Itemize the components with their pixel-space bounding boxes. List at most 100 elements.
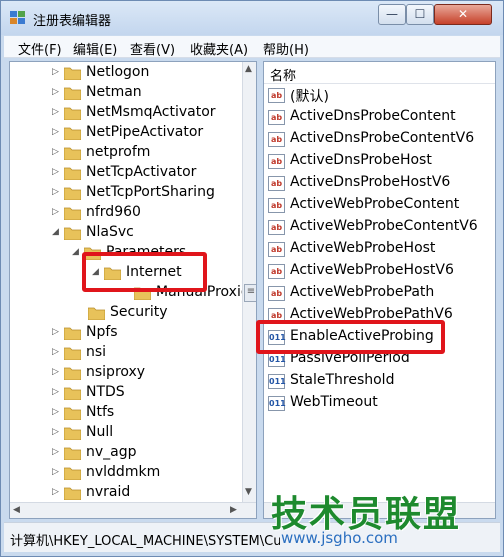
- value-name: ActiveWebProbePath: [290, 284, 435, 300]
- tree-item-label: nvraid: [86, 484, 131, 500]
- regedit-app-icon: [10, 11, 25, 24]
- folder-icon: [64, 487, 81, 500]
- folder-icon: [88, 307, 105, 320]
- string-value-icon: ab: [268, 154, 285, 169]
- scroll-up-icon[interactable]: ▲: [245, 64, 252, 74]
- folder-icon: [64, 127, 81, 140]
- value-name: ActiveDnsProbeHostV6: [290, 174, 451, 190]
- menu-help[interactable]: 帮助(H): [263, 39, 309, 58]
- tree-item-label: Security: [110, 304, 168, 320]
- tree-item-label: Null: [86, 424, 114, 440]
- folder-icon: [64, 107, 81, 120]
- menu-file[interactable]: 文件(F): [18, 39, 62, 58]
- expand-arrow-icon[interactable]: ▷: [52, 167, 59, 177]
- string-value-icon: ab: [268, 242, 285, 257]
- value-name: WebTimeout: [290, 394, 378, 410]
- expand-arrow-icon[interactable]: ▷: [52, 187, 59, 197]
- folder-icon: [64, 167, 81, 180]
- expand-arrow-icon[interactable]: ▷: [52, 207, 59, 217]
- string-value-icon: ab: [268, 132, 285, 147]
- tree-item-label: NetTcpPortSharing: [86, 184, 215, 200]
- value-name: (默认): [290, 89, 329, 105]
- expand-arrow-icon[interactable]: ▷: [52, 127, 59, 137]
- scroll-thumb[interactable]: ≡: [244, 284, 256, 302]
- tree-horizontal-scrollbar[interactable]: ◀ ▶: [10, 502, 256, 518]
- string-value-icon: ab: [268, 264, 285, 279]
- expand-arrow-icon[interactable]: ▷: [52, 427, 59, 437]
- folder-icon: [64, 187, 81, 200]
- collapse-arrow-icon[interactable]: ◢: [72, 247, 79, 257]
- string-value-icon: ab: [268, 88, 285, 103]
- expand-arrow-icon[interactable]: ▷: [52, 327, 59, 337]
- dword-value-icon: 011: [268, 352, 286, 367]
- value-name: ActiveWebProbeHost: [290, 240, 436, 256]
- tree-item-label: nsi: [86, 344, 107, 360]
- expand-arrow-icon[interactable]: ▷: [52, 487, 59, 497]
- folder-icon: [64, 327, 81, 340]
- highlight-box-internet: [82, 252, 207, 292]
- tree-item-label: Npfs: [86, 324, 118, 340]
- value-name: StaleThreshold: [290, 372, 395, 388]
- tree-item-label: Netlogon: [86, 64, 150, 80]
- value-name: ActiveWebProbeHostV6: [290, 262, 454, 278]
- folder-icon: [64, 207, 81, 220]
- tree-item-label: NlaSvc: [86, 224, 134, 240]
- column-header-name[interactable]: 名称: [264, 62, 495, 84]
- column-header-label: 名称: [270, 69, 297, 84]
- expand-arrow-icon[interactable]: ▷: [52, 107, 59, 117]
- highlight-box-enableactiveprobing: [256, 320, 445, 354]
- menu-edit[interactable]: 编辑(E): [73, 39, 117, 58]
- tree-item-label: nvlddmkm: [86, 464, 161, 480]
- menu-view[interactable]: 查看(V): [130, 39, 175, 58]
- regedit-window: 注册表编辑器 — ☐ ✕ 文件(F) 编辑(E) 查看(V) 收藏夹(A) 帮助…: [0, 0, 504, 557]
- value-name: ActiveDnsProbeHost: [290, 152, 432, 168]
- tree-item-label: Netman: [86, 84, 142, 100]
- folder-icon: [64, 407, 81, 420]
- collapse-arrow-icon[interactable]: ◢: [52, 227, 59, 237]
- tree-item-label: nfrd960: [86, 204, 141, 220]
- expand-arrow-icon[interactable]: ▷: [52, 147, 59, 157]
- expand-arrow-icon[interactable]: ▷: [52, 67, 59, 77]
- expand-arrow-icon[interactable]: ▷: [52, 367, 59, 377]
- dword-value-icon: 011: [268, 374, 286, 389]
- value-name: ActiveDnsProbeContentV6: [290, 130, 475, 146]
- menu-bar: 文件(F) 编辑(E) 查看(V) 收藏夹(A) 帮助(H): [4, 36, 500, 58]
- tree-item-label: NetTcpActivator: [86, 164, 197, 180]
- value-name: ActiveWebProbeContent: [290, 196, 460, 212]
- expand-arrow-icon[interactable]: ▷: [52, 387, 59, 397]
- maximize-button[interactable]: ☐: [406, 4, 434, 25]
- expand-arrow-icon[interactable]: ▷: [52, 347, 59, 357]
- string-value-icon: ab: [268, 198, 285, 213]
- tree-item-label: nsiproxy: [86, 364, 146, 380]
- folder-icon: [64, 427, 81, 440]
- tree-item-label: nv_agp: [86, 444, 137, 460]
- string-value-icon: ab: [268, 110, 285, 125]
- status-path: 计算机\HKEY_LOCAL_MACHINE\SYSTEM\CurrentCon…: [10, 534, 280, 549]
- folder-icon: [64, 87, 81, 100]
- value-name: ActiveDnsProbeContent: [290, 108, 456, 124]
- scroll-right-icon[interactable]: ▶: [230, 505, 237, 515]
- scroll-left-icon[interactable]: ◀: [13, 505, 20, 515]
- expand-arrow-icon[interactable]: ▷: [52, 407, 59, 417]
- folder-icon: [64, 467, 81, 480]
- value-name: ActiveWebProbeContentV6: [290, 218, 478, 234]
- tree-item-label: NetPipeActivator: [86, 124, 204, 140]
- tree-item-label: netprofm: [86, 144, 151, 160]
- folder-icon: [64, 347, 81, 360]
- string-value-icon: ab: [268, 176, 285, 191]
- folder-icon: [64, 147, 81, 160]
- expand-arrow-icon[interactable]: ▷: [52, 87, 59, 97]
- scroll-down-icon[interactable]: ▼: [245, 487, 252, 497]
- tree-vertical-scrollbar[interactable]: ▲ ≡ ▼: [242, 62, 256, 502]
- close-button[interactable]: ✕: [434, 4, 492, 25]
- values-list-pane: 名称 ab (默认) ab ActiveDnsProbeContent ab A…: [263, 61, 496, 519]
- expand-arrow-icon[interactable]: ▷: [52, 447, 59, 457]
- title-bar[interactable]: 注册表编辑器 — ☐ ✕: [1, 1, 503, 35]
- tree-item-label: Ntfs: [86, 404, 115, 420]
- menu-favorites[interactable]: 收藏夹(A): [190, 39, 248, 58]
- watermark: 技术员联盟 www.jsgho.com: [271, 485, 499, 553]
- minimize-button[interactable]: —: [378, 4, 406, 25]
- folder-icon: [64, 447, 81, 460]
- expand-arrow-icon[interactable]: ▷: [52, 467, 59, 477]
- folder-open-icon: [64, 227, 81, 240]
